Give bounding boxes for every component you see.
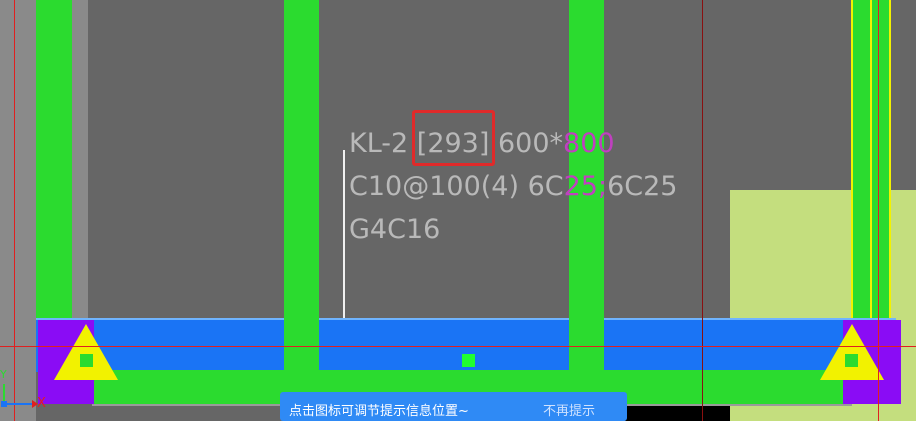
side-rebar-spec: G4C16 [349,214,441,245]
canvas-black-region [625,406,730,421]
grip-point-icon[interactable] [80,354,93,367]
stirrup-spec: C10@100(4) 6C [349,171,564,202]
support-triangle-icon[interactable] [52,322,122,382]
annotation-line-2: C10@100(4) 6C25;6C25 [349,165,677,208]
column-crossing-2 [569,318,604,370]
axis-line-vertical-1 [14,0,15,421]
dont-show-again-button[interactable]: 不再提示 [543,400,595,419]
axis-line-vertical-2 [702,0,703,421]
number-highlight-box [412,110,495,166]
hint-message: 点击图标可调节提示信息位置~ [289,404,469,419]
beam-size: 600* [498,128,564,159]
canvas-left-margin [0,0,36,421]
vertical-beam-2[interactable] [284,0,319,330]
grip-point-icon[interactable] [845,354,858,367]
canvas-inner-gray [72,0,88,330]
annotation-line-3: G4C16 [349,208,677,251]
axis-y-label: Y [0,368,7,381]
annotation-leader-line [343,150,345,318]
beam-annotation[interactable]: KL-2 [293] 600*800 C10@100(4) 6C25;6C25 … [349,122,677,251]
axis-line-vertical-3 [878,0,879,421]
rebar-highlight: 25; [563,171,608,202]
beam-size-highlight: 800 [563,128,615,159]
column-crossing-1 [284,318,319,370]
grip-point-icon[interactable] [462,354,475,367]
axis-line-horizontal [0,346,916,347]
hint-tooltip[interactable]: 点击图标可调节提示信息位置~ 不再提示 [280,392,627,421]
axis-x-label: X [37,396,46,411]
rebar-spec: 6C25 [607,171,678,202]
beam-name: KL-2 [349,128,409,159]
annotation-line-1: KL-2 [293] 600*800 [349,122,677,165]
vertical-beam-1[interactable] [36,0,72,330]
